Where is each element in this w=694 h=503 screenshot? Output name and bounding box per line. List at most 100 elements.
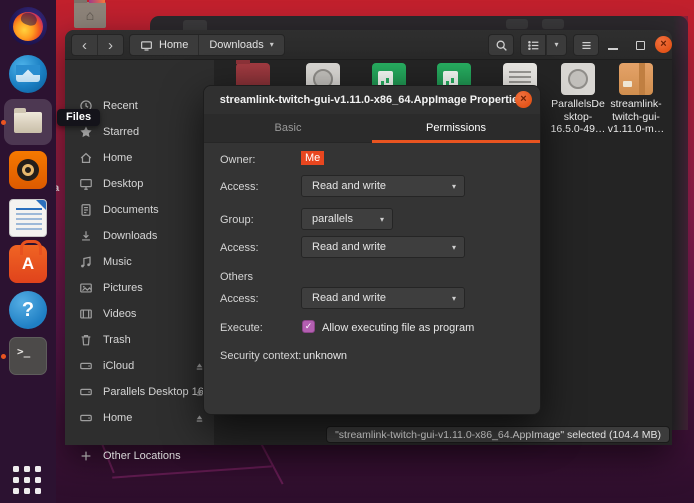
others-access-label: Access: (220, 293, 259, 305)
folder-glyph (14, 112, 42, 133)
security-context-value: unknown (303, 350, 347, 362)
dialog-close-button[interactable]: × (515, 91, 532, 108)
sidebar-label: Other Locations (103, 450, 181, 462)
search-icon (495, 39, 508, 52)
dialog-titlebar: streamlink-twitch-gui-v1.11.0-x86_64.App… (204, 86, 540, 114)
dropdown-value: parallels (312, 213, 353, 225)
sidebar-item-downloads[interactable]: Downloads (65, 223, 215, 249)
sidebar-item-music[interactable]: Music (65, 249, 215, 275)
list-view-icon (527, 39, 540, 52)
home-icon (79, 151, 93, 165)
status-text: "streamlink-twitch-gui-v1.11.0-x86_64.Ap… (335, 429, 661, 441)
tab-label: Basic (275, 122, 302, 134)
forward-button[interactable]: › (98, 35, 123, 55)
sidebar-item-pictures[interactable]: Pictures (65, 275, 215, 301)
window-close-button[interactable]: × (655, 36, 672, 53)
close-icon: × (520, 94, 526, 105)
search-button[interactable] (488, 34, 514, 56)
dock-tooltip: Files (57, 109, 100, 126)
path-current-folder-button[interactable]: Downloads ▾ (199, 35, 283, 55)
tab-basic[interactable]: Basic (204, 114, 372, 142)
execute-checkbox-label[interactable]: Allow executing file as program (322, 322, 474, 334)
sidebar-item-parallels-desktop[interactable]: Parallels Desktop 16 (65, 379, 215, 405)
sidebar-item-home-drive[interactable]: Home (65, 405, 215, 431)
properties-dialog: streamlink-twitch-gui-v1.11.0-x86_64.App… (203, 85, 541, 415)
speaker-glyph (17, 159, 39, 181)
ubuntu-software-icon[interactable]: A (9, 245, 47, 283)
back-icon: ‹ (82, 38, 87, 53)
tab-permissions[interactable]: Permissions (372, 114, 540, 142)
minimize-icon (608, 48, 618, 50)
group-access-dropdown[interactable]: Read and write ▾ (301, 236, 465, 258)
sidebar-label: Downloads (103, 230, 157, 242)
computer-icon (140, 39, 153, 52)
execute-label: Execute: (220, 322, 263, 334)
sidebar-item-trash[interactable]: Trash (65, 327, 215, 353)
sidebar-label: Parallels Desktop 16 (103, 386, 204, 398)
dialog-tabs: Basic Permissions (204, 114, 540, 143)
others-access-dropdown[interactable]: Read and write ▾ (301, 287, 465, 309)
path-folder-label: Downloads (209, 39, 263, 51)
drive-icon (79, 411, 93, 425)
group-dropdown[interactable]: parallels ▾ (301, 208, 393, 230)
firefox-icon[interactable] (9, 7, 47, 45)
menu-button[interactable] (573, 34, 599, 56)
owner-access-dropdown[interactable]: Read and write ▾ (301, 175, 465, 197)
owner-label: Owner: (220, 154, 255, 166)
path-home-button[interactable]: Home (130, 35, 198, 55)
back-button[interactable]: ‹ (72, 35, 97, 55)
sidebar-item-other-locations[interactable]: Other Locations (65, 443, 215, 469)
prompt-glyph: >_ (17, 345, 30, 358)
dropdown-value: Read and write (312, 180, 386, 192)
sidebar-label: Home (103, 412, 132, 424)
maximize-icon (636, 41, 645, 50)
libreoffice-writer-icon[interactable] (9, 199, 47, 237)
eject-icon[interactable] (194, 413, 205, 424)
dock: A ? >_ (0, 0, 56, 503)
header-bar: ‹ › Home Downloads ▾ (65, 30, 672, 60)
video-icon (79, 307, 93, 321)
drive-icon (79, 385, 93, 399)
rhythmbox-icon[interactable] (9, 151, 47, 189)
sidebar-item-documents[interactable]: Documents (65, 197, 215, 223)
terminal-icon[interactable]: >_ (9, 337, 47, 375)
thunderbird-icon[interactable] (9, 55, 47, 93)
sidebar-label: iCloud (103, 360, 134, 372)
parallels-dmg-icon[interactable] (561, 63, 595, 95)
files-icon[interactable] (9, 103, 47, 141)
terminal-running-indicator (1, 354, 6, 359)
sidebar-item-videos[interactable]: Videos (65, 301, 215, 327)
sidebar-item-home[interactable]: Home (65, 145, 215, 171)
owner-value[interactable]: Me (301, 151, 324, 165)
minimize-button[interactable] (602, 34, 624, 56)
background-window-shade (673, 16, 688, 430)
chevron-down-icon: ▾ (270, 41, 274, 49)
sidebar-label: Desktop (103, 178, 143, 190)
nav-buttons: ‹ › (71, 34, 124, 56)
status-bar: "streamlink-twitch-gui-v1.11.0-x86_64.Ap… (326, 426, 670, 443)
streamlink-appimage-icon[interactable] (619, 63, 653, 95)
check-icon: ✓ (305, 322, 313, 331)
sidebar-item-desktop[interactable]: Desktop (65, 171, 215, 197)
maximize-button[interactable] (629, 34, 651, 56)
desktop: ⌂ Pa ‹ › Home Dow (0, 0, 694, 503)
file-label-line: twitch-gui- (600, 111, 672, 124)
drive-icon (79, 359, 93, 373)
file-label[interactable]: streamlink- twitch-gui- v1.11.0-m… (600, 98, 672, 136)
sidebar-item-icloud[interactable]: iCloud (65, 353, 215, 379)
music-note-icon (79, 255, 93, 269)
app-grid-button[interactable] (13, 466, 45, 496)
files-running-indicator (1, 120, 6, 125)
help-icon[interactable]: ? (9, 291, 47, 329)
background-window-button (542, 19, 564, 29)
wallpaper-line (261, 443, 284, 484)
view-toggle-button[interactable] (520, 34, 546, 56)
store-letter: A (22, 254, 34, 274)
view-options-button[interactable]: ▾ (546, 34, 567, 56)
tab-label: Permissions (426, 122, 486, 134)
path-home-label: Home (159, 39, 188, 51)
execute-checkbox[interactable]: ✓ (302, 320, 315, 333)
sidebar-label: Home (103, 152, 132, 164)
document-icon (79, 203, 93, 217)
desktop-home-folder-icon[interactable]: ⌂ (74, 2, 106, 28)
